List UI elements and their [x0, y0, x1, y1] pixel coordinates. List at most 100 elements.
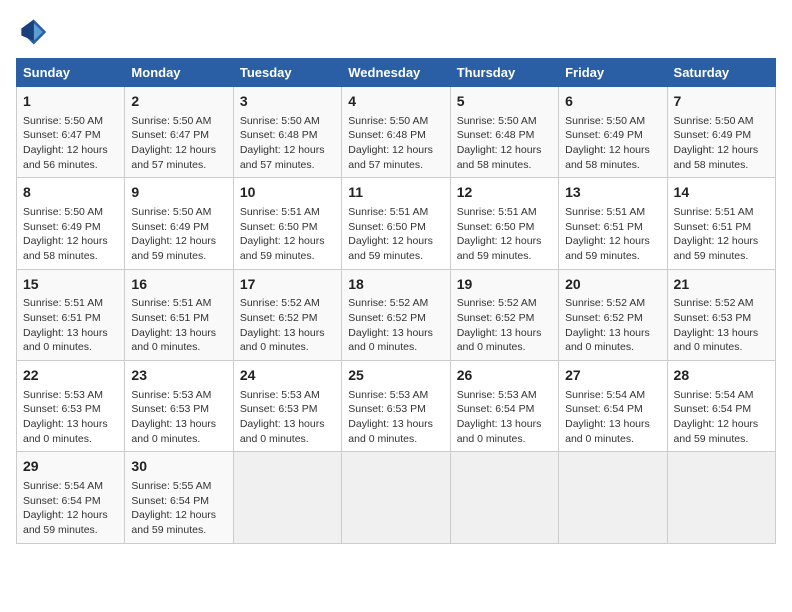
day-number: 24 — [240, 366, 335, 386]
calendar-cell: 1Sunrise: 5:50 AMSunset: 6:47 PMDaylight… — [17, 87, 125, 178]
calendar-cell: 17Sunrise: 5:52 AMSunset: 6:52 PMDayligh… — [233, 269, 341, 360]
day-info: Sunrise: 5:55 AMSunset: 6:54 PMDaylight:… — [131, 479, 226, 538]
calendar-cell: 11Sunrise: 5:51 AMSunset: 6:50 PMDayligh… — [342, 178, 450, 269]
calendar-week-2: 8Sunrise: 5:50 AMSunset: 6:49 PMDaylight… — [17, 178, 776, 269]
day-number: 4 — [348, 92, 443, 112]
day-info: Sunrise: 5:50 AMSunset: 6:47 PMDaylight:… — [23, 114, 118, 173]
calendar-cell — [559, 452, 667, 543]
logo-icon — [16, 16, 48, 48]
day-info: Sunrise: 5:52 AMSunset: 6:53 PMDaylight:… — [674, 296, 769, 355]
day-number: 28 — [674, 366, 769, 386]
day-number: 22 — [23, 366, 118, 386]
day-number: 23 — [131, 366, 226, 386]
day-info: Sunrise: 5:51 AMSunset: 6:51 PMDaylight:… — [565, 205, 660, 264]
calendar-cell: 26Sunrise: 5:53 AMSunset: 6:54 PMDayligh… — [450, 361, 558, 452]
day-number: 6 — [565, 92, 660, 112]
calendar-cell: 2Sunrise: 5:50 AMSunset: 6:47 PMDaylight… — [125, 87, 233, 178]
calendar-cell: 25Sunrise: 5:53 AMSunset: 6:53 PMDayligh… — [342, 361, 450, 452]
calendar-cell: 15Sunrise: 5:51 AMSunset: 6:51 PMDayligh… — [17, 269, 125, 360]
day-number: 10 — [240, 183, 335, 203]
header-wednesday: Wednesday — [342, 59, 450, 87]
header-saturday: Saturday — [667, 59, 775, 87]
calendar-cell: 14Sunrise: 5:51 AMSunset: 6:51 PMDayligh… — [667, 178, 775, 269]
day-info: Sunrise: 5:50 AMSunset: 6:49 PMDaylight:… — [23, 205, 118, 264]
day-info: Sunrise: 5:53 AMSunset: 6:53 PMDaylight:… — [131, 388, 226, 447]
calendar-cell — [667, 452, 775, 543]
day-number: 25 — [348, 366, 443, 386]
header-sunday: Sunday — [17, 59, 125, 87]
calendar-cell: 8Sunrise: 5:50 AMSunset: 6:49 PMDaylight… — [17, 178, 125, 269]
day-info: Sunrise: 5:50 AMSunset: 6:48 PMDaylight:… — [457, 114, 552, 173]
day-info: Sunrise: 5:53 AMSunset: 6:53 PMDaylight:… — [240, 388, 335, 447]
day-info: Sunrise: 5:50 AMSunset: 6:49 PMDaylight:… — [565, 114, 660, 173]
day-number: 21 — [674, 275, 769, 295]
day-number: 13 — [565, 183, 660, 203]
calendar-cell: 5Sunrise: 5:50 AMSunset: 6:48 PMDaylight… — [450, 87, 558, 178]
day-number: 1 — [23, 92, 118, 112]
calendar-cell: 28Sunrise: 5:54 AMSunset: 6:54 PMDayligh… — [667, 361, 775, 452]
calendar-week-4: 22Sunrise: 5:53 AMSunset: 6:53 PMDayligh… — [17, 361, 776, 452]
day-info: Sunrise: 5:52 AMSunset: 6:52 PMDaylight:… — [457, 296, 552, 355]
day-info: Sunrise: 5:52 AMSunset: 6:52 PMDaylight:… — [240, 296, 335, 355]
day-number: 7 — [674, 92, 769, 112]
calendar-cell: 20Sunrise: 5:52 AMSunset: 6:52 PMDayligh… — [559, 269, 667, 360]
calendar-cell: 23Sunrise: 5:53 AMSunset: 6:53 PMDayligh… — [125, 361, 233, 452]
day-info: Sunrise: 5:51 AMSunset: 6:50 PMDaylight:… — [348, 205, 443, 264]
logo — [16, 16, 52, 48]
calendar-cell: 10Sunrise: 5:51 AMSunset: 6:50 PMDayligh… — [233, 178, 341, 269]
calendar-header-row: SundayMondayTuesdayWednesdayThursdayFrid… — [17, 59, 776, 87]
calendar-cell — [450, 452, 558, 543]
day-number: 18 — [348, 275, 443, 295]
day-info: Sunrise: 5:50 AMSunset: 6:48 PMDaylight:… — [240, 114, 335, 173]
calendar-cell: 13Sunrise: 5:51 AMSunset: 6:51 PMDayligh… — [559, 178, 667, 269]
day-info: Sunrise: 5:54 AMSunset: 6:54 PMDaylight:… — [674, 388, 769, 447]
day-number: 20 — [565, 275, 660, 295]
header-tuesday: Tuesday — [233, 59, 341, 87]
calendar-cell: 29Sunrise: 5:54 AMSunset: 6:54 PMDayligh… — [17, 452, 125, 543]
day-number: 12 — [457, 183, 552, 203]
page-header — [16, 16, 776, 48]
calendar-cell: 16Sunrise: 5:51 AMSunset: 6:51 PMDayligh… — [125, 269, 233, 360]
calendar-cell: 27Sunrise: 5:54 AMSunset: 6:54 PMDayligh… — [559, 361, 667, 452]
header-thursday: Thursday — [450, 59, 558, 87]
day-info: Sunrise: 5:50 AMSunset: 6:49 PMDaylight:… — [674, 114, 769, 173]
calendar-cell: 22Sunrise: 5:53 AMSunset: 6:53 PMDayligh… — [17, 361, 125, 452]
header-friday: Friday — [559, 59, 667, 87]
calendar-cell: 9Sunrise: 5:50 AMSunset: 6:49 PMDaylight… — [125, 178, 233, 269]
day-info: Sunrise: 5:53 AMSunset: 6:53 PMDaylight:… — [348, 388, 443, 447]
day-number: 15 — [23, 275, 118, 295]
calendar-cell: 21Sunrise: 5:52 AMSunset: 6:53 PMDayligh… — [667, 269, 775, 360]
day-number: 29 — [23, 457, 118, 477]
day-info: Sunrise: 5:51 AMSunset: 6:51 PMDaylight:… — [674, 205, 769, 264]
day-number: 17 — [240, 275, 335, 295]
header-monday: Monday — [125, 59, 233, 87]
calendar-cell: 4Sunrise: 5:50 AMSunset: 6:48 PMDaylight… — [342, 87, 450, 178]
calendar-table: SundayMondayTuesdayWednesdayThursdayFrid… — [16, 58, 776, 544]
day-info: Sunrise: 5:50 AMSunset: 6:48 PMDaylight:… — [348, 114, 443, 173]
calendar-cell: 18Sunrise: 5:52 AMSunset: 6:52 PMDayligh… — [342, 269, 450, 360]
calendar-cell: 6Sunrise: 5:50 AMSunset: 6:49 PMDaylight… — [559, 87, 667, 178]
calendar-cell: 30Sunrise: 5:55 AMSunset: 6:54 PMDayligh… — [125, 452, 233, 543]
day-number: 11 — [348, 183, 443, 203]
day-number: 30 — [131, 457, 226, 477]
day-number: 8 — [23, 183, 118, 203]
calendar-cell: 19Sunrise: 5:52 AMSunset: 6:52 PMDayligh… — [450, 269, 558, 360]
day-number: 5 — [457, 92, 552, 112]
day-number: 16 — [131, 275, 226, 295]
calendar-cell: 3Sunrise: 5:50 AMSunset: 6:48 PMDaylight… — [233, 87, 341, 178]
day-info: Sunrise: 5:52 AMSunset: 6:52 PMDaylight:… — [565, 296, 660, 355]
calendar-cell — [342, 452, 450, 543]
day-info: Sunrise: 5:50 AMSunset: 6:47 PMDaylight:… — [131, 114, 226, 173]
day-info: Sunrise: 5:53 AMSunset: 6:53 PMDaylight:… — [23, 388, 118, 447]
calendar-week-1: 1Sunrise: 5:50 AMSunset: 6:47 PMDaylight… — [17, 87, 776, 178]
day-number: 27 — [565, 366, 660, 386]
day-info: Sunrise: 5:54 AMSunset: 6:54 PMDaylight:… — [23, 479, 118, 538]
day-number: 3 — [240, 92, 335, 112]
day-info: Sunrise: 5:51 AMSunset: 6:51 PMDaylight:… — [131, 296, 226, 355]
day-info: Sunrise: 5:51 AMSunset: 6:50 PMDaylight:… — [240, 205, 335, 264]
day-info: Sunrise: 5:50 AMSunset: 6:49 PMDaylight:… — [131, 205, 226, 264]
day-number: 19 — [457, 275, 552, 295]
calendar-cell: 7Sunrise: 5:50 AMSunset: 6:49 PMDaylight… — [667, 87, 775, 178]
day-number: 2 — [131, 92, 226, 112]
day-number: 26 — [457, 366, 552, 386]
